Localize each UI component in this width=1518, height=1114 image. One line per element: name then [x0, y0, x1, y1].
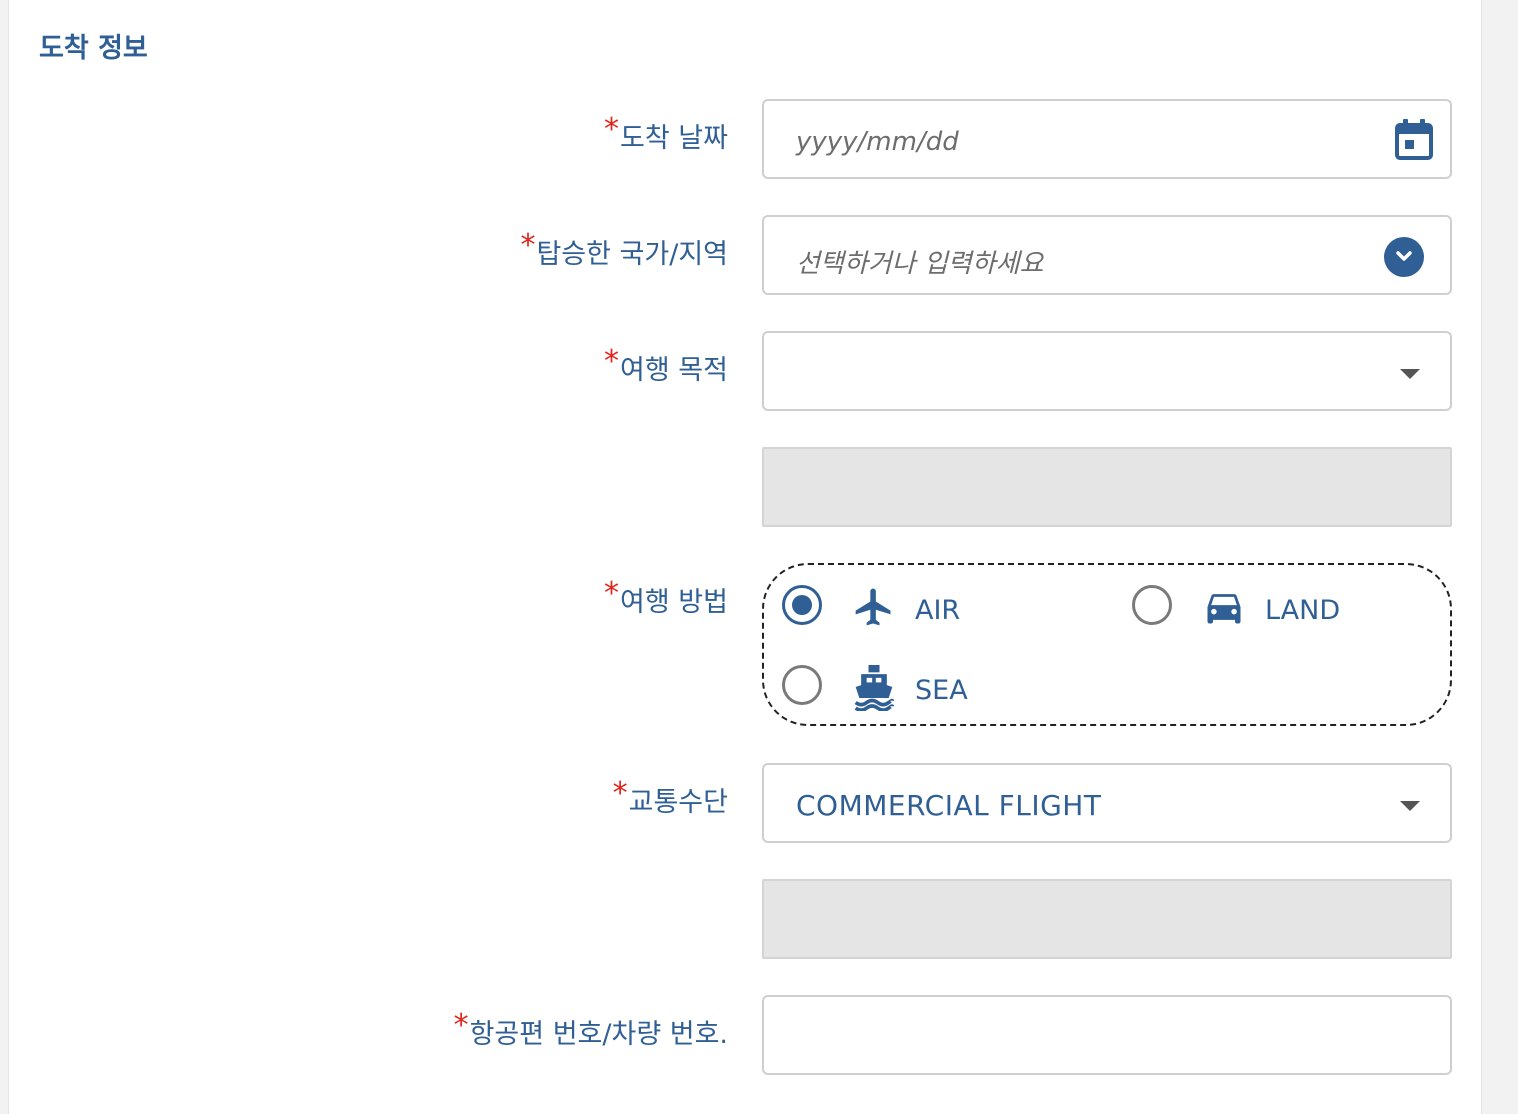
transport-select[interactable]: COMMERCIAL FLIGHT — [762, 763, 1452, 843]
airplane-icon — [855, 588, 891, 626]
boarding-country-placeholder: 선택하거나 입력하세요 — [796, 249, 1044, 279]
arrival-info-card: 도착 정보 *도착 날짜 yyyy/mm/dd *탑승한 국가/지역 선택하거나… — [8, 0, 1482, 1114]
section-title: 도착 정보 — [39, 33, 148, 64]
travel-purpose-select[interactable] — [762, 331, 1452, 411]
boarding-country-label: *탑승한 국가/지역 — [520, 228, 728, 270]
travel-purpose-label: *여행 목적 — [604, 344, 728, 386]
arrival-date-label: *도착 날짜 — [604, 112, 728, 154]
transport-value: COMMERCIAL FLIGHT — [796, 789, 1102, 822]
radio-land[interactable] — [1132, 585, 1172, 625]
radio-air[interactable] — [782, 585, 822, 625]
arrival-date-placeholder: yyyy/mm/dd — [796, 127, 959, 157]
calendar-icon[interactable] — [1394, 119, 1434, 161]
transport-label: *교통수단 — [612, 776, 728, 818]
boarding-country-combobox[interactable]: 선택하거나 입력하세요 — [762, 215, 1452, 295]
radio-sea[interactable] — [782, 665, 822, 705]
required-mark: * — [520, 228, 536, 263]
required-mark: * — [612, 776, 628, 811]
travel-method-radio-group: AIR LAND SEA — [762, 563, 1452, 726]
option-air-label[interactable]: AIR — [915, 595, 960, 626]
required-mark: * — [604, 576, 620, 611]
required-mark: * — [604, 344, 620, 379]
caret-down-icon — [1400, 801, 1420, 811]
travel-method-label: *여행 방법 — [604, 576, 728, 618]
ship-icon — [854, 665, 895, 711]
flight-number-label: *항공편 번호/차량 번호. — [453, 1008, 728, 1050]
caret-down-icon — [1400, 369, 1420, 379]
option-land-label[interactable]: LAND — [1265, 595, 1340, 626]
arrival-date-input[interactable]: yyyy/mm/dd — [762, 99, 1452, 179]
required-mark: * — [604, 112, 620, 147]
transport-detail-disabled — [762, 879, 1452, 959]
car-icon — [1207, 594, 1241, 624]
chevron-down-circle-icon[interactable] — [1384, 237, 1424, 277]
travel-purpose-detail-disabled — [762, 447, 1452, 527]
required-mark: * — [453, 1008, 469, 1043]
flight-number-input[interactable] — [762, 995, 1452, 1075]
option-sea-label[interactable]: SEA — [915, 675, 968, 706]
